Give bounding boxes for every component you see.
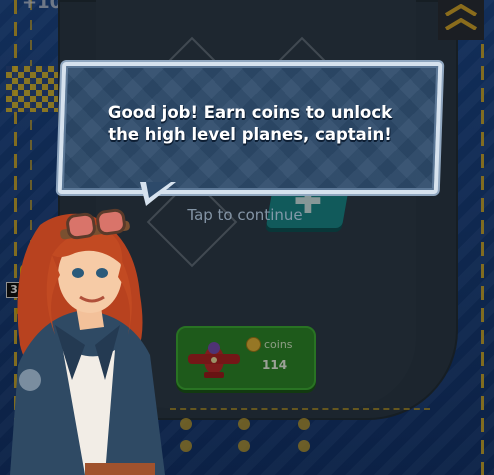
game-screen[interactable]: +105 ✚ coins 114 3 Tap to continue Good … [0,0,494,475]
tutorial-message-line1: Good job! Earn coins to unlock [107,103,393,122]
tutorial-message-line2: the high level planes, captain! [108,125,392,144]
tutorial-message: Good job! Earn coins to unlock the high … [70,102,430,146]
speech-bubble-tail-inner [146,182,171,198]
tap-to-continue-hint: Tap to continue [187,206,303,224]
pilot-captain-character [10,208,165,475]
